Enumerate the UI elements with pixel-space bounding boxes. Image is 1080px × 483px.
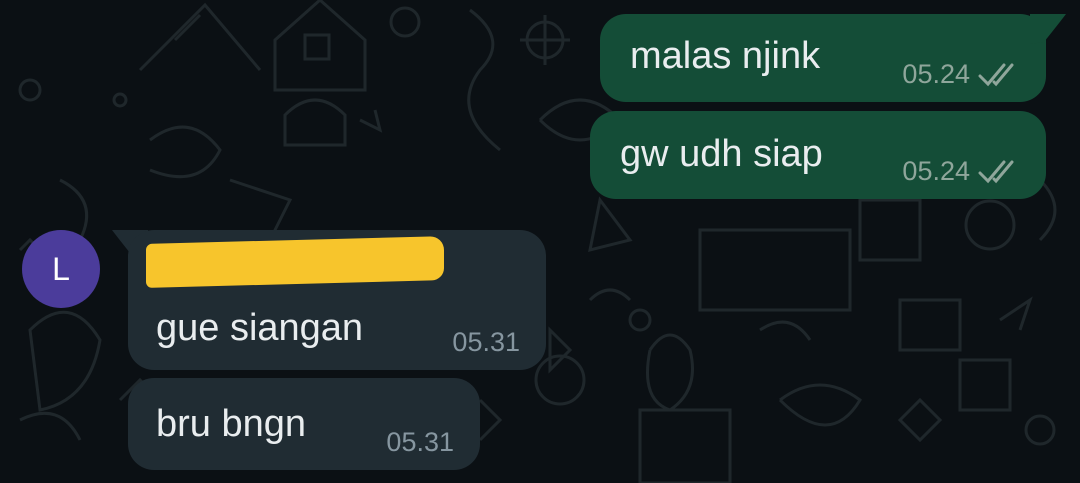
message-meta: 05.24 <box>902 59 1024 90</box>
message-time: 05.24 <box>902 156 970 186</box>
incoming-message-bubble[interactable]: bru bngn 05.31 <box>128 378 480 470</box>
message-text: malas njink <box>630 35 821 77</box>
sender-avatar[interactable]: L <box>22 230 100 308</box>
message-meta: 05.31 <box>386 427 454 458</box>
double-check-icon <box>978 63 1014 86</box>
redaction-highlight <box>146 236 444 288</box>
message-text: gue siangan <box>156 307 364 349</box>
message-text: gw udh siap <box>620 133 823 175</box>
message-time: 05.31 <box>452 327 520 357</box>
message-meta: 05.24 <box>902 156 1024 187</box>
message-meta: 05.31 <box>452 327 520 358</box>
message-time: 05.24 <box>902 59 970 89</box>
outgoing-message-bubble[interactable]: gw udh siap 05.24 <box>590 111 1046 199</box>
message-time: 05.31 <box>386 427 454 457</box>
outgoing-message-bubble[interactable]: malas njink 05.24 <box>600 14 1046 102</box>
avatar-initial: L <box>52 250 70 287</box>
double-check-icon <box>978 160 1014 183</box>
message-text: bru bngn <box>156 403 307 445</box>
bubble-tail <box>1030 14 1066 44</box>
